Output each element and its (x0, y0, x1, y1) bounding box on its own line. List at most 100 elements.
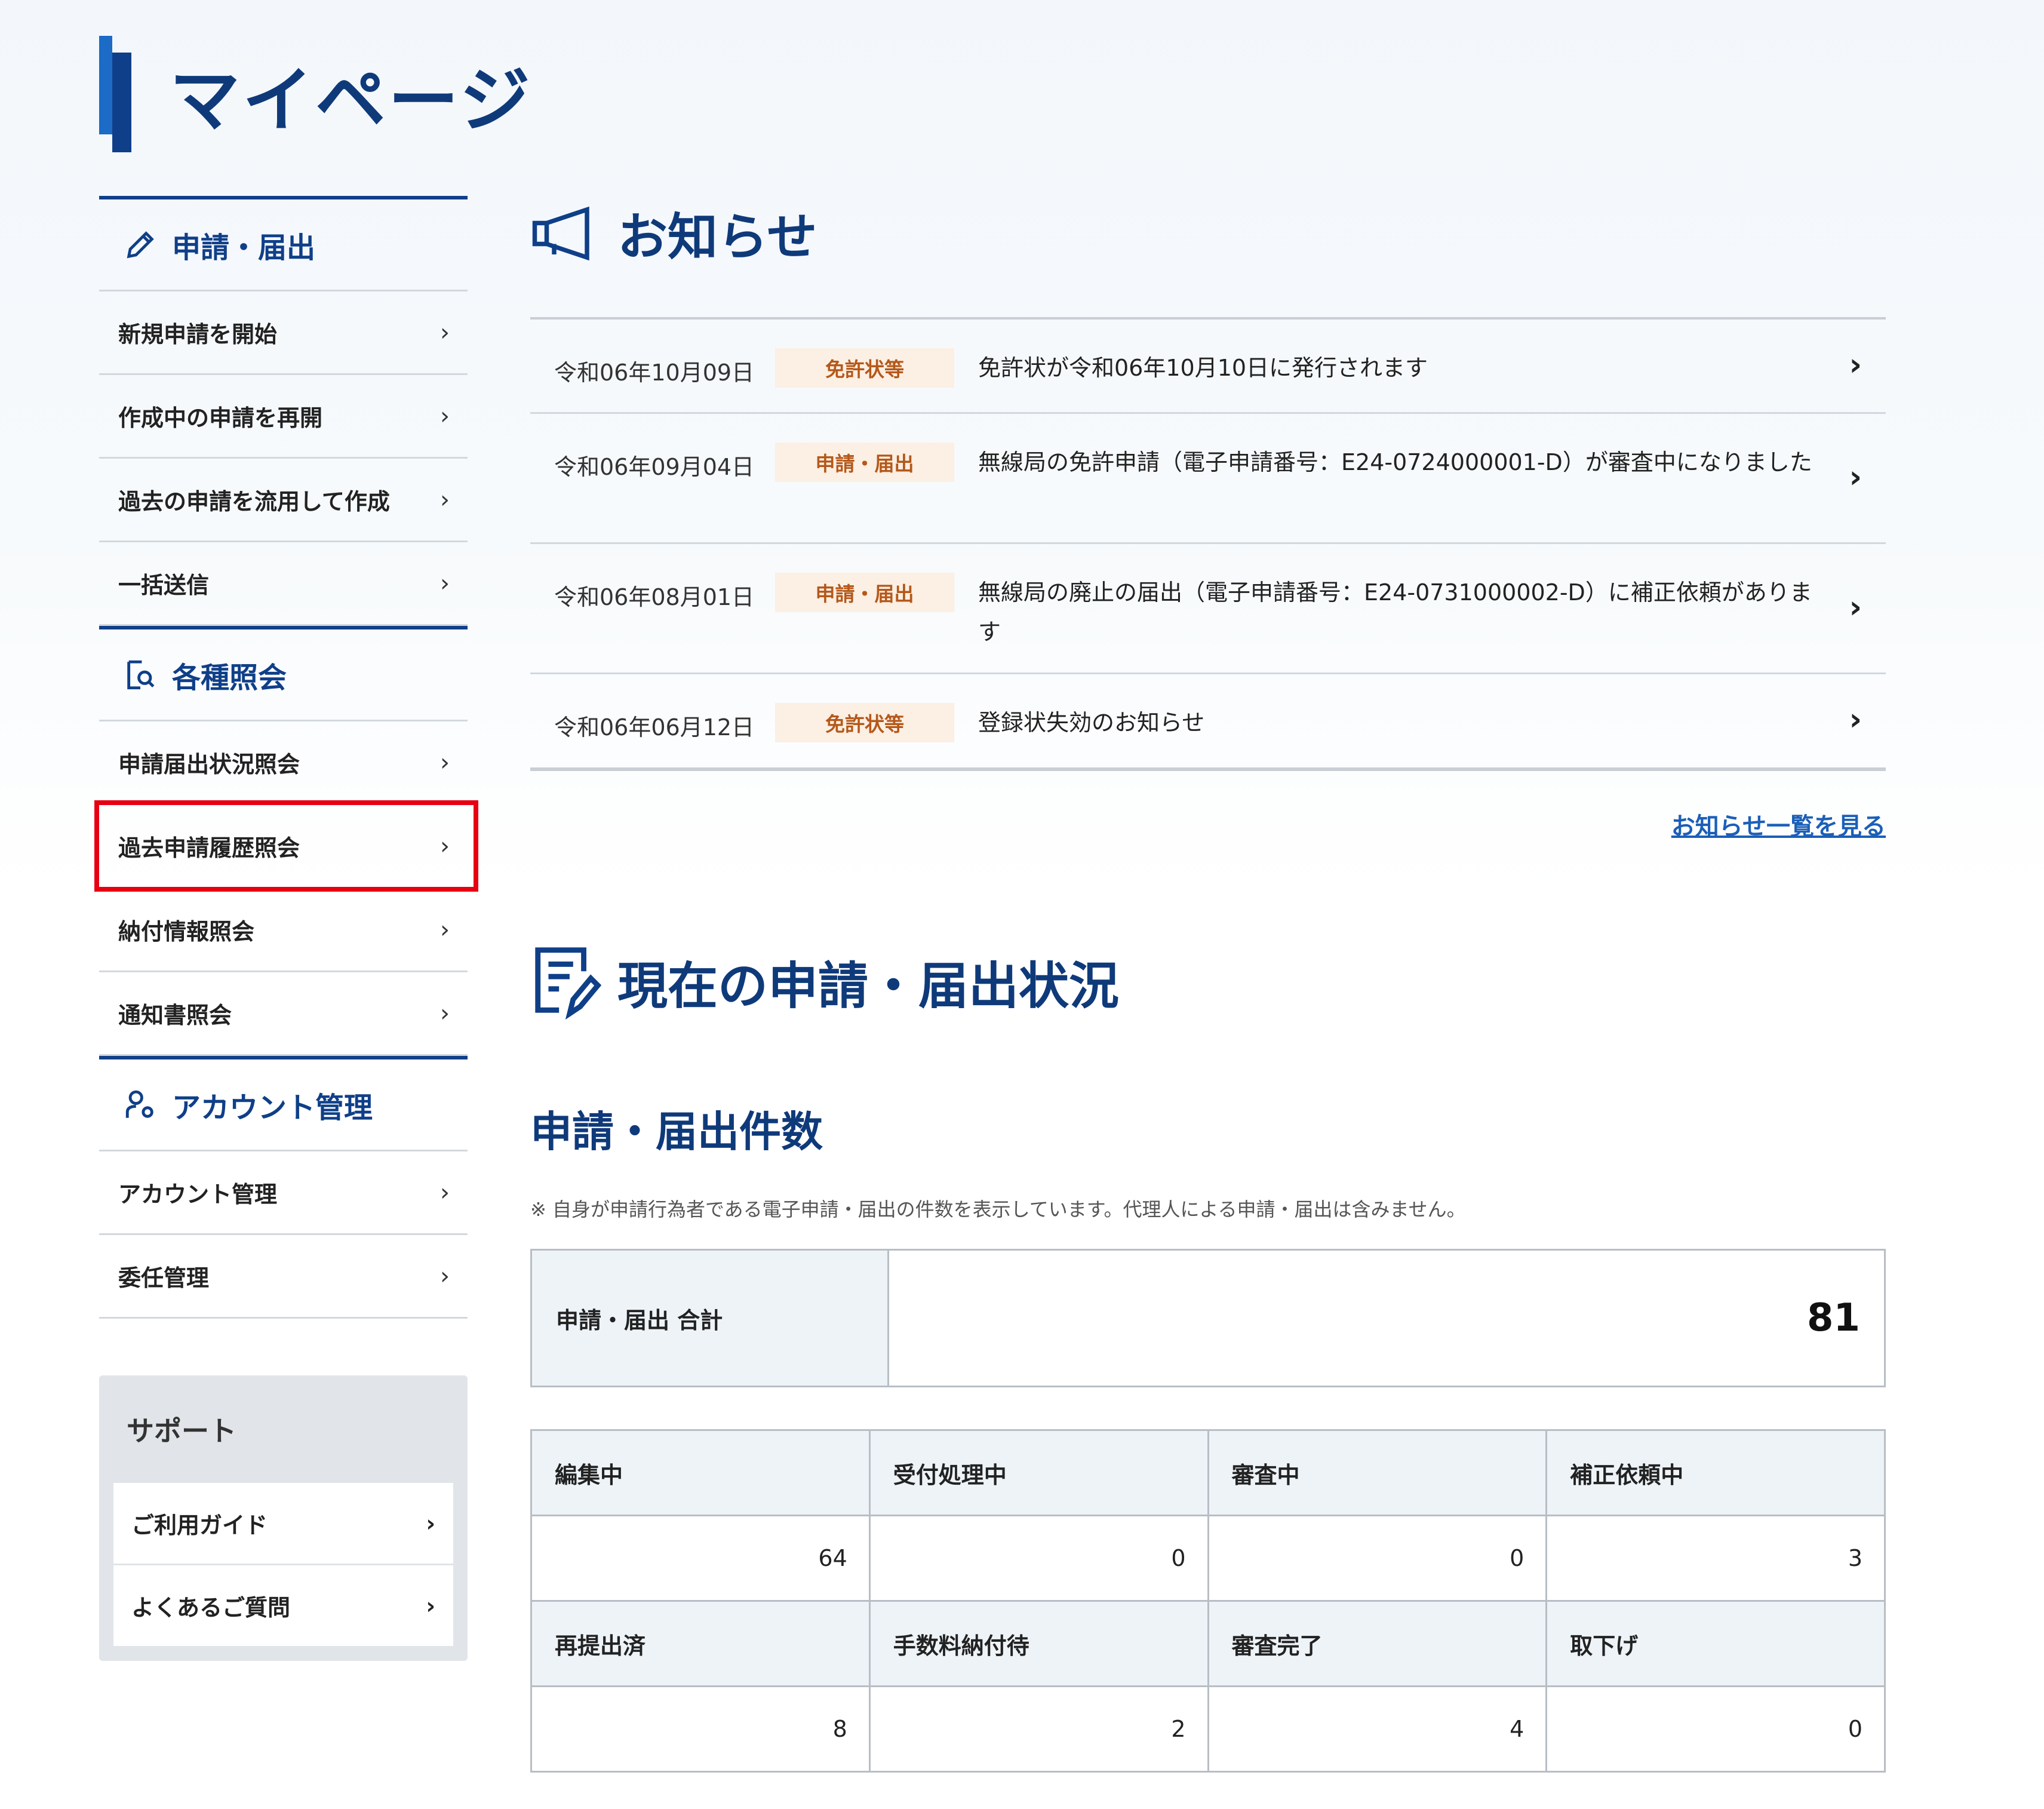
sidebar-item-batch-send[interactable]: 一括送信 › (99, 542, 468, 626)
count-value: 4 (1207, 1685, 1548, 1773)
sidebar-section-title: 各種照会 (172, 661, 287, 695)
chevron-right-icon: › (1849, 702, 1862, 738)
count-value: 8 (530, 1685, 871, 1773)
sidebar-item-delegation-management[interactable]: 委任管理 › (99, 1235, 468, 1319)
chevron-right-icon: › (440, 318, 450, 346)
notice-tag: 申請・届出 (775, 573, 954, 612)
count-label: 審査完了 (1207, 1600, 1548, 1687)
count-value: 0 (1545, 1685, 1886, 1773)
notices-more-link[interactable]: お知らせ一覧を見る (530, 807, 1886, 841)
table-row: 8 2 4 0 (530, 1685, 1886, 1773)
sidebar-item-label: 委任管理 (118, 1265, 210, 1291)
chevron-right-icon: › (426, 1510, 435, 1537)
sidebar-item-label: 作成中の申請を再開 (118, 405, 323, 431)
sidebar-item-resume-draft[interactable]: 作成中の申請を再開 › (99, 375, 468, 459)
chevron-right-icon: › (440, 999, 450, 1027)
count-label: 再提出済 (530, 1600, 871, 1687)
notice-date: 令和06年09月04日 (554, 454, 755, 480)
count-label: 手数料納付待 (868, 1600, 1209, 1687)
count-value: 0 (868, 1515, 1209, 1602)
sidebar-item-status-inquiry[interactable]: 申請届出状況照会 › (99, 721, 468, 805)
notice-tag: 免許状等 (775, 703, 954, 742)
document-search-icon (127, 660, 155, 689)
count-label: 取下げ (1545, 1600, 1886, 1687)
chevron-right-icon: › (440, 1178, 450, 1206)
page-header: マイページ (99, 36, 533, 152)
total-count-label: 申請・届出 合計 (532, 1251, 889, 1386)
notice-item[interactable]: 令和06年06月12日 免許状等 登録状失効のお知らせ › (530, 674, 1886, 767)
sidebar-item-label: 通知書照会 (118, 1002, 232, 1028)
count-value: 64 (530, 1515, 871, 1602)
status-header: 現在の申請・届出状況 (530, 943, 1886, 1021)
chevron-right-icon: › (440, 916, 450, 944)
chevron-right-icon: › (440, 748, 450, 776)
support-item-label: よくあるご質問 (131, 1595, 291, 1621)
sidebar-item-label: 一括送信 (118, 572, 210, 598)
count-label: 補正依頼中 (1545, 1429, 1886, 1516)
status-note: ※ 自身が申請行為者である電子申請・届出の件数を表示しています。代理人による申請… (530, 1198, 1466, 1221)
total-count-value: 81 (889, 1251, 1884, 1386)
notice-date: 令和06年06月12日 (554, 714, 755, 741)
sidebar-item-label: 納付情報照会 (118, 919, 255, 945)
table-row: 再提出済 手数料納付待 審査完了 取下げ (530, 1600, 1886, 1687)
notice-text: 免許状が令和06年10月10日に発行されます (978, 355, 1428, 381)
sidebar-section-inquiry: 各種照会 (99, 626, 468, 721)
megaphone-icon (532, 206, 589, 260)
notices-header: お知らせ (530, 197, 1886, 269)
notice-date: 令和06年08月01日 (554, 584, 755, 610)
count-label: 受付処理中 (868, 1429, 1209, 1516)
pencil-icon (127, 231, 154, 258)
notice-item[interactable]: 令和06年09月04日 申請・届出 無線局の免許申請（電子申請番号：E24-07… (530, 414, 1886, 544)
notice-tag: 免許状等 (775, 348, 954, 388)
notice-text: 無線局の廃止の届出（電子申請番号：E24-0731000002-D）に補正依頼が… (978, 579, 1812, 645)
sidebar-item-label: 新規申請を開始 (118, 321, 278, 348)
sidebar-item-new-application[interactable]: 新規申請を開始 › (99, 291, 468, 375)
sidebar-item-history-inquiry[interactable]: 過去申請履歴照会 › (94, 800, 478, 892)
title-accent-bar (99, 36, 135, 152)
notice-tag: 申請・届出 (775, 443, 954, 482)
notice-item[interactable]: 令和06年10月09日 免許状等 免許状が令和06年10月10日に発行されます … (530, 320, 1886, 414)
notices-list: 令和06年10月09日 免許状等 免許状が令和06年10月10日に発行されます … (530, 317, 1886, 771)
table-row: 編集中 受付処理中 審査中 補正依頼中 (530, 1429, 1886, 1516)
count-value: 3 (1545, 1515, 1886, 1602)
sidebar: 申請・届出 新規申請を開始 › 作成中の申請を再開 › 過去の申請を流用して作成… (94, 196, 478, 1661)
sidebar-section-title: 申請・届出 (172, 231, 316, 265)
support-item-guide[interactable]: ご利用ガイド › (113, 1483, 453, 1565)
notice-date: 令和06年10月09日 (554, 360, 755, 386)
sidebar-item-payment-inquiry[interactable]: 納付情報照会 › (99, 889, 468, 972)
status-subtitle: 申請・届出件数 (530, 1107, 823, 1156)
sidebar-item-label: アカウント管理 (118, 1181, 278, 1208)
chevron-right-icon: › (440, 832, 450, 860)
notice-item[interactable]: 令和06年08月01日 申請・届出 無線局の廃止の届出（電子申請番号：E24-0… (530, 544, 1886, 674)
count-value: 2 (868, 1685, 1209, 1773)
chevron-right-icon: › (440, 486, 450, 514)
page-title: マイページ (170, 59, 533, 142)
notice-text: 登録状失効のお知らせ (978, 710, 1205, 736)
sidebar-section-application: 申請・届出 (99, 196, 468, 291)
total-count-row: 申請・届出 合計 81 (530, 1249, 1886, 1387)
count-value: 0 (1207, 1515, 1548, 1602)
support-item-faq[interactable]: よくあるご質問 › (113, 1565, 453, 1648)
status-count-table: 編集中 受付処理中 審査中 補正依頼中 64 0 0 3 再提出済 手数料納付待… (530, 1429, 1886, 1773)
count-label: 編集中 (530, 1429, 871, 1516)
support-panel: サポート ご利用ガイド › よくあるご質問 › (99, 1375, 468, 1661)
sidebar-item-label: 申請届出状況照会 (118, 751, 300, 778)
chevron-right-icon: › (440, 1262, 450, 1290)
chevron-right-icon: › (1849, 459, 1862, 495)
notice-text: 無線局の免許申請（電子申請番号：E24-0724000001-D）が審査中になり… (978, 449, 1812, 475)
sidebar-item-notice-inquiry[interactable]: 通知書照会 › (99, 972, 468, 1056)
status-title: 現在の申請・届出状況 (617, 956, 1120, 1015)
document-edit-icon (535, 947, 602, 1020)
sidebar-item-label: 過去申請履歴照会 (118, 835, 300, 861)
sidebar-item-account-management[interactable]: アカウント管理 › (99, 1151, 468, 1235)
sidebar-section-title: アカウント管理 (172, 1091, 373, 1125)
sidebar-item-reuse-past[interactable]: 過去の申請を流用して作成 › (99, 459, 468, 542)
main-content: お知らせ 令和06年10月09日 免許状等 免許状が令和06年10月10日に発行… (530, 197, 1886, 1773)
chevron-right-icon: › (440, 569, 450, 597)
user-settings-icon (125, 1090, 153, 1118)
chevron-right-icon: › (440, 402, 450, 430)
chevron-right-icon: › (1849, 347, 1862, 383)
sidebar-item-label: 過去の申請を流用して作成 (118, 489, 390, 515)
notices-title: お知らせ (617, 208, 817, 266)
sidebar-section-account: アカウント管理 (99, 1056, 468, 1151)
